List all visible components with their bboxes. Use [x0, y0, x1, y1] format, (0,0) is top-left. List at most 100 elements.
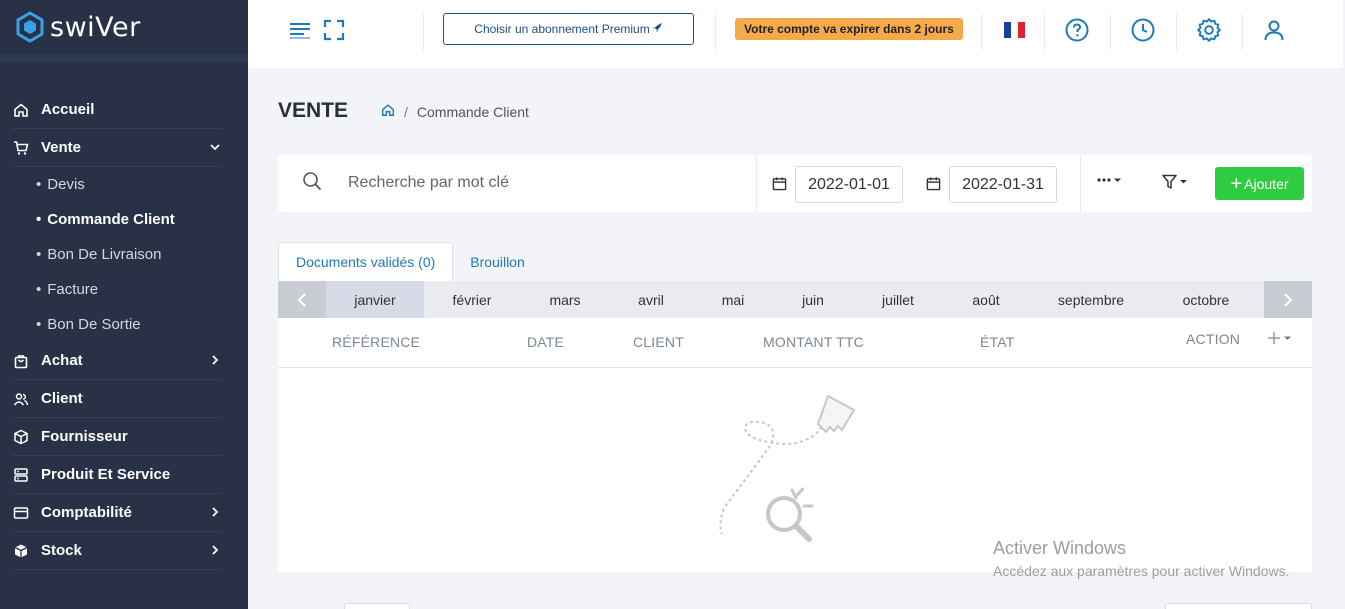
month-prev-button[interactable]: [278, 281, 326, 318]
column-header[interactable]: CLIENT: [633, 334, 684, 350]
divider: [1044, 14, 1045, 50]
month-item[interactable]: octobre: [1154, 281, 1258, 318]
sidebar-subitem-label: Devis: [47, 176, 85, 193]
calendar-icon: [772, 176, 787, 196]
document-tabs: Documents validés (0) Brouillon: [278, 242, 542, 281]
windows-activation-title: Activer Windows: [993, 538, 1127, 558]
sidebar-subitem-bon-de-sortie[interactable]: • Bon De Sortie: [0, 307, 248, 342]
page-size-select[interactable]: [344, 603, 410, 609]
date-from-field[interactable]: 2022-01-01: [795, 166, 903, 203]
breadcrumb-separator: /: [404, 103, 408, 120]
month-item[interactable]: février: [424, 281, 520, 318]
column-settings-button[interactable]: [1267, 329, 1297, 352]
sidebar: swiVer Accueil Vente • Devis • Commande Cl…: [0, 0, 248, 609]
sidebar-item-label: Client: [41, 390, 83, 407]
pagination[interactable]: [1165, 603, 1312, 609]
sidebar-item-label: Vente: [41, 139, 82, 156]
help-icon[interactable]: [1063, 16, 1091, 44]
divider: [715, 14, 716, 50]
page-title: VENTE: [278, 99, 349, 122]
divider: [1110, 14, 1111, 50]
server-icon: [12, 466, 30, 484]
sidebar-item-label: Accueil: [41, 101, 95, 118]
sidebar-item-achat[interactable]: Achat: [12, 342, 222, 380]
sidebar-subitem-bon-de-livraison[interactable]: • Bon De Livraison: [0, 237, 248, 272]
breadcrumb: / Commande Client: [381, 103, 529, 120]
divider: [423, 14, 424, 50]
empty-state-illustration: [714, 384, 884, 569]
month-item[interactable]: août: [944, 281, 1028, 318]
add-button-label: Ajouter: [1244, 175, 1289, 192]
column-header[interactable]: DATE: [527, 334, 564, 350]
chevron-right-icon: [208, 353, 222, 369]
search-icon: [302, 171, 322, 196]
sidebar-subitem-facture[interactable]: • Facture: [0, 272, 248, 307]
tab-documents-valides[interactable]: Documents validés (0): [278, 242, 454, 281]
plus-icon: +: [1230, 172, 1243, 195]
brand-name: swiVer: [50, 11, 141, 43]
users-icon: [12, 390, 30, 408]
sidebar-item-label: Comptabilité: [41, 504, 132, 521]
sidebar-item-label: Produit Et Service: [41, 466, 171, 483]
divider: [1176, 14, 1177, 50]
premium-button-label: Choisir un abonnement Premium: [474, 22, 650, 36]
chevron-right-icon: [208, 543, 222, 559]
menu-toggle-icon[interactable]: [286, 16, 314, 44]
chevron-down-icon: [208, 140, 222, 156]
sidebar-subitem-devis[interactable]: • Devis: [0, 167, 248, 202]
sidebar-item-produit-et-service[interactable]: Produit Et Service: [12, 456, 222, 494]
filter-funnel-icon[interactable]: [1162, 174, 1190, 195]
divider: [756, 155, 757, 212]
sidebar-subitem-label: Bon De Sortie: [47, 316, 141, 333]
sidebar-subitem-label: Facture: [47, 281, 99, 298]
month-next-button[interactable]: [1264, 281, 1312, 318]
sidebar-item-client[interactable]: Client: [12, 380, 222, 418]
sidebar-item-label: Achat: [41, 352, 83, 369]
brand-logo[interactable]: swiVer: [0, 0, 248, 62]
sidebar-item-stock[interactable]: Stock: [12, 532, 222, 570]
column-header: ACTION: [1186, 331, 1241, 347]
sidebar-subitem-commande-client[interactable]: • Commande Client: [0, 202, 248, 237]
breadcrumb-current: Commande Client: [416, 103, 529, 120]
more-options-button[interactable]: [1096, 173, 1124, 190]
add-button[interactable]: + Ajouter: [1215, 167, 1304, 200]
month-item[interactable]: mai: [692, 281, 774, 318]
rocket-icon: [652, 22, 663, 36]
sidebar-subitem-label: Commande Client: [47, 211, 175, 228]
clock-icon[interactable]: [1129, 16, 1157, 44]
tab-brouillon[interactable]: Brouillon: [453, 242, 541, 281]
month-item[interactable]: mars: [520, 281, 610, 318]
sidebar-item-comptabilite[interactable]: Comptabilité: [12, 494, 222, 532]
date-to-field[interactable]: 2022-01-31: [949, 166, 1057, 203]
sidebar-nav: Accueil Vente • Devis • Commande Client • B…: [0, 91, 248, 570]
user-profile-icon[interactable]: [1260, 16, 1288, 44]
cart-icon: [12, 139, 30, 157]
bag-icon: [12, 352, 30, 370]
calendar-icon: [926, 176, 941, 196]
language-flag-icon[interactable]: [1000, 16, 1028, 44]
column-header[interactable]: MONTANT TTC: [763, 334, 864, 350]
month-item[interactable]: juillet: [852, 281, 944, 318]
fullscreen-icon[interactable]: [320, 16, 348, 44]
sidebar-item-vente[interactable]: Vente: [12, 129, 222, 167]
divider: [1080, 155, 1081, 212]
box-icon: [12, 428, 30, 446]
column-header[interactable]: ÉTAT: [980, 334, 1015, 350]
month-item[interactable]: janvier: [326, 281, 424, 318]
sidebar-item-fournisseur[interactable]: Fournisseur: [12, 418, 222, 456]
search-input[interactable]: [348, 169, 728, 197]
settings-gear-icon[interactable]: [1195, 16, 1223, 44]
month-item[interactable]: septembre: [1028, 281, 1154, 318]
divider: [981, 14, 982, 50]
month-item[interactable]: avril: [610, 281, 692, 318]
orders-table: RÉFÉRENCE DATE CLIENT MONTANT TTC ÉTAT A…: [278, 318, 1312, 572]
month-selector: janvier février mars avril mai juin juil…: [278, 281, 1312, 318]
premium-subscription-button[interactable]: Choisir un abonnement Premium: [443, 13, 694, 45]
column-header[interactable]: RÉFÉRENCE: [332, 334, 420, 350]
breadcrumb-home-icon[interactable]: [381, 103, 395, 120]
sidebar-subitem-label: Bon De Livraison: [47, 246, 162, 263]
sidebar-item-label: Fournisseur: [41, 428, 128, 445]
windows-activation-subtitle: Accédez aux paramètres pour activer Wind…: [993, 563, 1290, 579]
month-item[interactable]: juin: [774, 281, 852, 318]
sidebar-item-accueil[interactable]: Accueil: [12, 91, 222, 129]
